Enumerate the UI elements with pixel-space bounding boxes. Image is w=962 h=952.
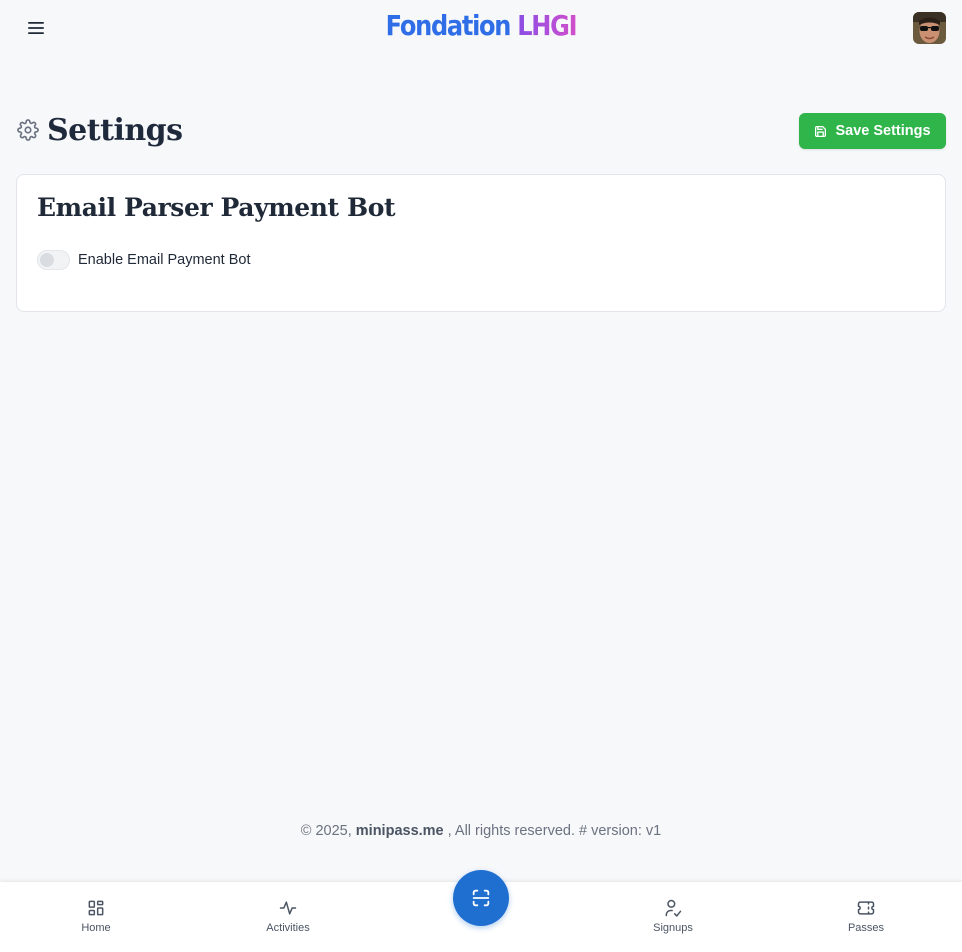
activity-icon <box>279 901 297 915</box>
toggle-label[interactable]: Enable Email Payment Bot <box>78 252 250 268</box>
brand-name-part2: LHGI <box>517 9 577 42</box>
nav-label-activities: Activities <box>266 922 310 934</box>
page-title: Settings <box>47 113 183 148</box>
floppy-disk-icon <box>815 125 827 137</box>
scan-icon <box>472 889 490 907</box>
nav-label-passes: Passes <box>847 922 885 934</box>
nav-label-signups: Signups <box>653 922 693 934</box>
card-title: Email Parser Payment Bot <box>37 193 396 222</box>
footer: © 2025, minipass.me , All rights reserve… <box>0 823 962 839</box>
toggle-row: Enable Email Payment Bot <box>37 250 250 270</box>
hamburger-icon <box>28 22 44 34</box>
footer-site-link[interactable]: minipass.me <box>356 823 444 839</box>
nav-label-home: Home <box>81 922 111 934</box>
grid-icon <box>88 900 104 916</box>
user-check-icon <box>665 899 682 917</box>
top-bar: Fondation LHGI <box>0 0 962 58</box>
nav-item-passes[interactable]: Passes <box>811 898 921 934</box>
save-settings-label: Save Settings <box>835 123 931 139</box>
toggle-knob <box>40 253 54 267</box>
enable-email-bot-toggle[interactable] <box>37 250 70 270</box>
menu-button[interactable] <box>20 12 52 44</box>
footer-copyright: © 2025, <box>300 823 352 839</box>
brand-logo[interactable]: Fondation LHGI <box>67 9 894 42</box>
scan-button[interactable] <box>453 870 509 926</box>
nav-item-activities[interactable]: Activities <box>233 898 343 934</box>
footer-rights: , All rights reserved. # version: v1 <box>447 823 662 839</box>
user-avatar[interactable] <box>913 12 946 44</box>
ticket-icon <box>857 901 875 915</box>
nav-item-signups[interactable]: Signups <box>618 898 728 934</box>
save-settings-button[interactable]: Save Settings <box>799 113 946 149</box>
gear-icon <box>17 119 39 141</box>
nav-item-home[interactable]: Home <box>41 898 151 934</box>
email-bot-settings-card: Email Parser Payment Bot Enable Email Pa… <box>16 174 946 312</box>
page-header: Settings Save Settings <box>16 112 946 152</box>
brand-name-part1: Fondation <box>385 9 512 42</box>
